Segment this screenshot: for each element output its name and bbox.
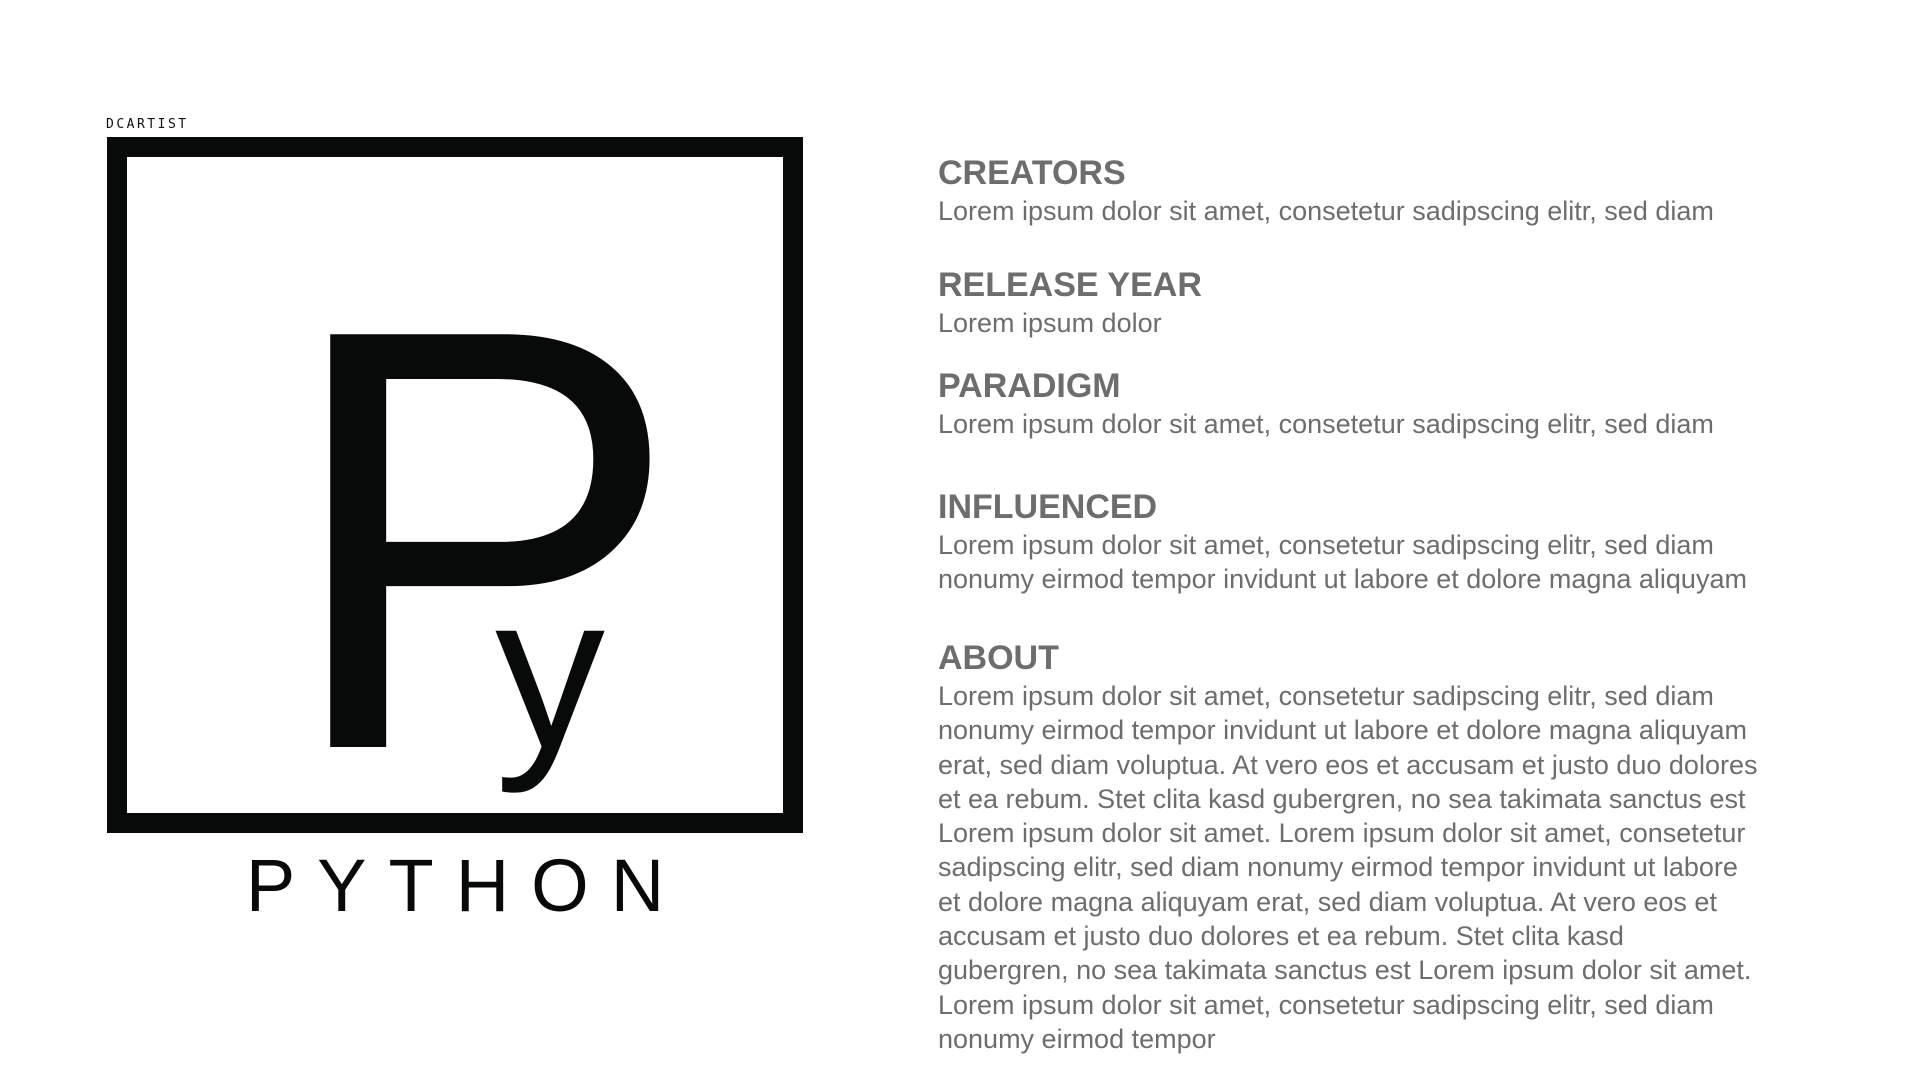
about-line: et dolore magna aliquyam erat, sed diam … <box>938 886 1717 917</box>
about-line: gubergren, no sea takimata sanctus est L… <box>938 955 1752 986</box>
about-line: erat, sed diam voluptua. At vero eos et … <box>938 749 1758 780</box>
section-heading: RELEASE YEAR <box>938 266 1202 304</box>
about-line: nonumy eirmod tempor <box>938 1023 1216 1054</box>
section-heading: PARADIGM <box>938 367 1121 405</box>
logo-letters: P y <box>281 205 681 813</box>
about-line: Lorem ipsum dolor sit amet, consetetur s… <box>938 681 1714 711</box>
logo-small-letter: y <box>495 548 605 794</box>
section-heading: CREATORS <box>938 154 1126 192</box>
brand-label: DCARTIST <box>106 117 189 132</box>
section-text-line: Lorem ipsum dolor sit amet, consetetur s… <box>938 530 1714 560</box>
about-line: Lorem ipsum dolor sit amet, consetetur s… <box>938 989 1714 1020</box>
about-line: accusam et justo duo dolores et ea rebum… <box>938 921 1624 952</box>
section-creators: CREATORS Lorem ipsum dolor sit amet, con… <box>938 154 1838 228</box>
python-logo: P y <box>107 137 803 833</box>
about-line: nonumy eirmod tempor invidunt ut labore … <box>938 715 1747 746</box>
section-about: ABOUT Lorem ipsum dolor sit amet, conset… <box>938 639 1838 1056</box>
section-text-line: nonumy eirmod tempor invidunt ut labore … <box>938 564 1747 595</box>
section-release-year: RELEASE YEAR Lorem ipsum dolor <box>938 266 1838 340</box>
section-text: Lorem ipsum dolor sit amet, consetetur s… <box>938 196 1714 226</box>
section-heading: INFLUENCED <box>938 488 1158 526</box>
logo-big-letter: P <box>281 205 681 813</box>
about-line: et ea rebum. Stet clita kasd gubergren, … <box>938 783 1746 814</box>
section-influenced: INFLUENCED Lorem ipsum dolor sit amet, c… <box>938 488 1838 597</box>
section-paradigm: PARADIGM Lorem ipsum dolor sit amet, con… <box>938 367 1838 441</box>
about-line: sadipscing elitr, sed diam nonumy eirmod… <box>938 852 1738 883</box>
about-line: Lorem ipsum dolor sit amet. Lorem ipsum … <box>938 818 1746 849</box>
section-text: Lorem ipsum dolor <box>938 308 1162 338</box>
section-heading: ABOUT <box>938 639 1059 677</box>
logo-name: PYTHON <box>245 844 687 927</box>
about-paragraph: Lorem ipsum dolor sit amet, consetetur s… <box>938 679 1818 1056</box>
section-text: Lorem ipsum dolor sit amet, consetetur s… <box>938 409 1714 439</box>
